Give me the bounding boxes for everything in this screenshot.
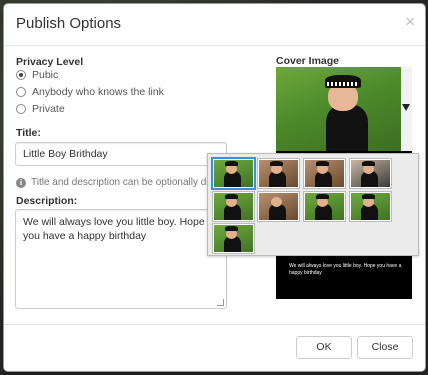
info-note: i Title and description can be optionall… <box>16 177 221 188</box>
cover-thumbnail-picker <box>207 153 419 256</box>
child-photo-subject <box>316 73 376 151</box>
radio-button[interactable] <box>16 87 26 97</box>
privacy-option-private[interactable]: Private <box>16 103 65 115</box>
privacy-level-label: Privacy Level <box>16 56 84 68</box>
privacy-option-public[interactable]: Pubic <box>16 69 58 81</box>
cover-caption: We will always love you little boy. Hope… <box>289 263 402 276</box>
footer-divider <box>4 324 425 325</box>
info-text: Title and description can be optionally … <box>31 177 222 188</box>
thumbnail-2[interactable] <box>257 158 300 189</box>
publish-options-dialog: Publish Options × Privacy Level Pubic An… <box>3 3 426 372</box>
dialog-header: Publish Options × <box>4 4 425 46</box>
thumbnail-9[interactable] <box>212 223 255 254</box>
resize-handle-icon[interactable] <box>217 299 224 306</box>
cover-photo[interactable] <box>276 67 401 151</box>
caret-down-icon[interactable] <box>402 104 410 111</box>
privacy-option-label: Pubic <box>32 69 59 81</box>
thumbnail-1[interactable] <box>211 157 256 190</box>
thumbnail-8[interactable] <box>349 191 392 222</box>
thumbnail-7[interactable] <box>303 191 346 222</box>
close-icon[interactable]: × <box>405 13 415 30</box>
radio-button[interactable] <box>16 70 26 80</box>
ok-button[interactable]: OK <box>296 336 352 359</box>
info-icon: i <box>16 177 26 188</box>
title-input[interactable]: Little Boy Brithday <box>15 142 227 166</box>
thumbnail-6[interactable] <box>257 191 300 222</box>
title-label: Title: <box>16 127 41 139</box>
cover-image-label: Cover Image <box>276 55 340 67</box>
thumbnail-3[interactable] <box>303 158 346 189</box>
close-button[interactable]: Close <box>357 336 413 359</box>
description-textarea[interactable]: We will always love you little boy. Hope… <box>15 209 227 309</box>
description-text: We will always love you little boy. Hope… <box>23 216 205 242</box>
privacy-option-link[interactable]: Anybody who knows the link <box>16 86 164 98</box>
thumbnail-5[interactable] <box>212 191 255 222</box>
thumbnail-4[interactable] <box>349 158 392 189</box>
privacy-option-label: Private <box>32 103 65 115</box>
privacy-option-label: Anybody who knows the link <box>32 86 164 98</box>
dialog-title: Publish Options <box>16 15 122 32</box>
radio-button[interactable] <box>16 104 26 114</box>
cover-dropdown-toggle[interactable] <box>401 67 412 151</box>
description-label: Description: <box>16 195 78 207</box>
